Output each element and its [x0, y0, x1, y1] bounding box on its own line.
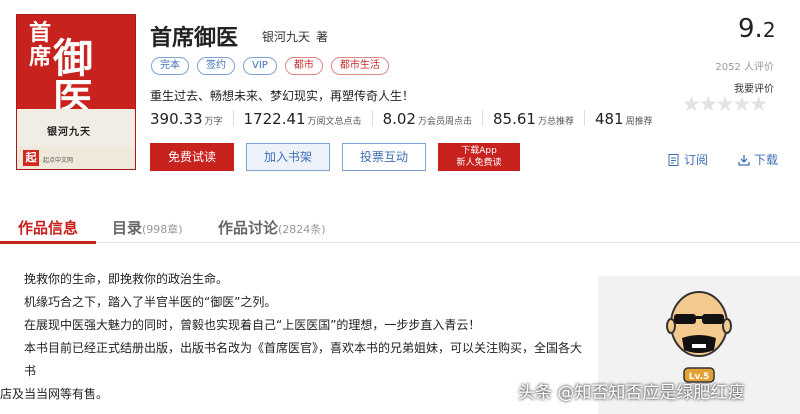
book-intro: 挽救你的生命，即挽救你的政治生命。 机缘巧合之下，踏入了半官半医的“御医”之列。… — [0, 268, 586, 406]
book-author: 银河九天著 — [262, 28, 328, 45]
free-read-button[interactable]: 免费试读 — [150, 143, 234, 171]
tag-signed: 签约 — [197, 57, 235, 75]
vote-button[interactable]: 投票互动 — [342, 143, 426, 171]
tab-book-info[interactable]: 作品信息 — [18, 217, 78, 238]
score-int: 9. — [738, 14, 763, 44]
author-avatar[interactable]: Lv.5 — [662, 286, 736, 392]
download-link[interactable]: 下载 — [738, 151, 778, 168]
stat-value: 481 — [594, 110, 624, 128]
stat-value: 1722.41 — [243, 110, 306, 128]
watermark-text: 头条 @知否知否应是绿肥红瘦 — [518, 383, 745, 403]
rater-count: 2052 人评价 — [715, 62, 774, 73]
intro-line: 在展现中医强大魅力的同时，曾毅也实现着自己“上医医国”的理想，一步步直入青云！ — [24, 318, 481, 332]
download-app-button[interactable]: 下载App 新人免费读 — [438, 143, 520, 171]
cover-site-name: 起点中文网 — [43, 157, 74, 164]
book-tabs: 作品信息 目录(998章) 作品讨论(2824条) — [0, 207, 800, 244]
intro-line: 机缘巧合之下，踏入了半官半医的“御医”之列。 — [24, 295, 277, 309]
tab-label: 作品讨论 — [218, 219, 279, 237]
cover-author: 银河九天 — [47, 127, 91, 138]
stat-weekly-recommend: 481 周推荐 — [583, 110, 663, 128]
tab-count: (998章) — [142, 223, 183, 236]
document-icon — [668, 153, 680, 166]
stat-total-recommend: 85.61 万总推荐 — [481, 110, 584, 128]
rating-stars[interactable]: ★★★★★ — [682, 92, 768, 116]
cover-title-large: 御医 — [53, 35, 93, 122]
tab-discussion[interactable]: 作品讨论(2824条) — [218, 217, 326, 238]
intro-line: 挽救你的生命，即挽救你的政治生命。 — [24, 272, 229, 286]
tag-vip: VIP — [243, 57, 277, 75]
tab-label: 作品信息 — [18, 219, 79, 237]
active-tab-indicator — [0, 241, 96, 244]
tag-finished: 完本 — [151, 57, 189, 75]
rating-score: 9.2 — [738, 14, 776, 44]
tab-label: 目录 — [112, 219, 143, 237]
download-app-label: 下载App — [461, 146, 497, 156]
download-label: 下载 — [754, 153, 779, 167]
author-role: 著 — [316, 30, 329, 44]
author-name-link[interactable]: 银河九天 — [262, 30, 310, 44]
stat-value: 85.61 — [492, 110, 536, 128]
qidian-logo-icon: 起 — [23, 150, 39, 166]
tag-category-urban[interactable]: 都市 — [284, 57, 323, 75]
stat-unit: 万总推荐 — [537, 117, 574, 127]
tag-list: 完本 签约 VIP 都市 都市生活 — [151, 57, 389, 75]
stat-unit: 周推荐 — [625, 117, 653, 127]
subscribe-link[interactable]: 订阅 — [668, 151, 708, 168]
download-icon — [738, 154, 750, 166]
stat-unit: 万字 — [204, 117, 223, 127]
stat-value: 390.33 — [150, 110, 203, 128]
stat-total-clicks: 1722.41 万阅文总点击 — [232, 110, 372, 128]
book-cover[interactable]: 首席 御医 银河九天 起 起点中文网 — [16, 14, 136, 170]
tab-catalog[interactable]: 目录(998章) — [112, 217, 183, 238]
stat-unit: 万阅文总点击 — [307, 117, 362, 127]
cover-title-small: 首席 — [29, 20, 52, 70]
new-user-free-label: 新人免费读 — [456, 158, 502, 168]
book-stats: 390.33 万字 1722.41 万阅文总点击 8.02 万会员周点击 85.… — [150, 110, 663, 128]
intro-line: 本书目前已经正式结册出版，出版书名改为《首席医官》，喜欢本书的兄弟姐妹，可以关注… — [24, 341, 583, 378]
stat-word-count: 390.33 万字 — [150, 110, 233, 128]
stat-member-weekly-clicks: 8.02 万会员周点击 — [371, 110, 482, 128]
add-to-shelf-button[interactable]: 加入书架 — [246, 143, 330, 171]
book-tagline: 重生过去、畅想未来、梦幻现实，再塑传奇人生！ — [150, 89, 415, 103]
tab-count: (2824条) — [278, 223, 326, 236]
stat-unit: 万会员周点击 — [417, 117, 472, 127]
subscribe-label: 订阅 — [684, 153, 709, 167]
book-title: 首席御医 — [150, 26, 239, 51]
stat-value: 8.02 — [382, 110, 416, 128]
tag-subcategory-urban-life[interactable]: 都市生活 — [330, 57, 389, 75]
intro-line: 店及当当网等有售。 — [0, 387, 109, 401]
score-decimal: 2 — [762, 18, 776, 42]
